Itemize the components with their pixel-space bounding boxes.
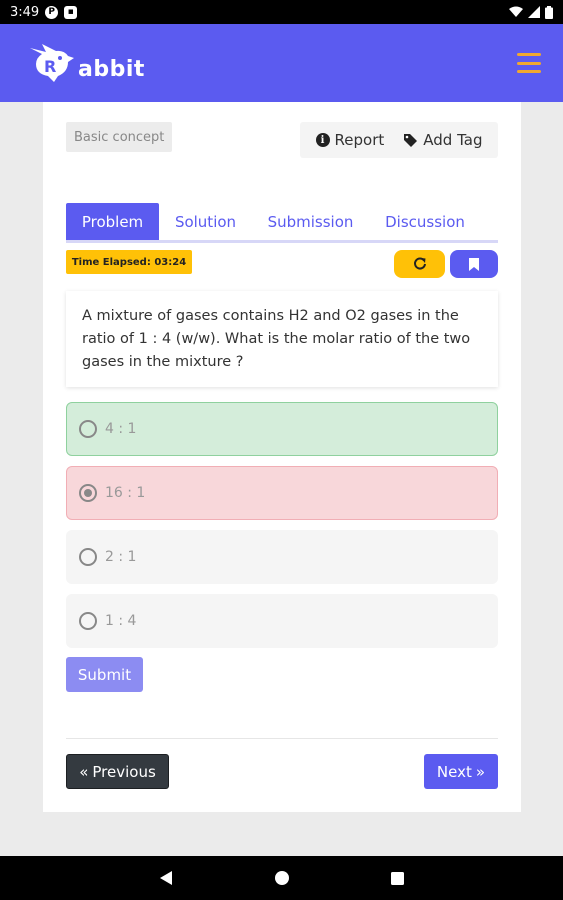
bookmark-button[interactable] [450, 250, 498, 278]
tab-submission[interactable]: Submission [252, 203, 369, 240]
problem-actions: i Report Add Tag [300, 122, 498, 158]
submit-button[interactable]: Submit [66, 657, 143, 692]
option-1[interactable]: 4 : 1 [66, 402, 498, 456]
double-chevron-left-icon: « [79, 762, 89, 781]
parking-notification-icon: P [45, 5, 59, 19]
tag-icon [404, 133, 418, 147]
option-label: 2 : 1 [105, 549, 137, 565]
home-nav-button[interactable] [270, 866, 294, 890]
status-bar-left: 3:49 P ▪ [10, 4, 78, 20]
app-header: R abbit [0, 24, 563, 102]
app-notification-icon: ▪ [64, 5, 78, 19]
radio-button-selected[interactable] [79, 484, 97, 502]
radio-button[interactable] [79, 612, 97, 630]
report-button[interactable]: i Report [315, 131, 385, 149]
bookmark-icon [469, 257, 479, 271]
refresh-button[interactable] [394, 250, 445, 278]
tab-solution[interactable]: Solution [159, 203, 252, 240]
refresh-icon [413, 257, 426, 270]
radio-button[interactable] [79, 420, 97, 438]
previous-label: Previous [92, 762, 156, 781]
wifi-icon [509, 6, 523, 17]
status-bar-right [509, 5, 553, 19]
add-tag-label: Add Tag [423, 131, 483, 149]
question-text: A mixture of gases contains H2 and O2 ga… [66, 291, 498, 387]
topic-tag[interactable]: Basic concept [66, 122, 173, 152]
time-elapsed-badge: Time Elapsed: 03:24 [66, 250, 192, 274]
option-label: 1 : 4 [105, 613, 137, 629]
system-nav-bar [0, 856, 563, 900]
signal-icon [528, 6, 540, 18]
report-label: Report [334, 131, 385, 149]
menu-icon[interactable] [517, 53, 541, 73]
double-chevron-right-icon: » [475, 762, 486, 781]
status-time: 3:49 [10, 4, 40, 20]
back-triangle-icon [159, 871, 172, 885]
home-circle-icon [274, 871, 289, 885]
recents-square-icon [391, 871, 404, 885]
status-bar: 3:49 P ▪ [0, 0, 563, 24]
info-icon: i [315, 133, 330, 147]
next-label: Next [436, 762, 472, 781]
problem-card: Basic concept i Report Add Tag Problem S… [43, 102, 521, 812]
option-label: 4 : 1 [105, 421, 137, 437]
rabbit-logo-icon: R [30, 44, 74, 82]
problem-tabs: Problem Solution Submission Discussion [66, 203, 498, 243]
previous-button[interactable]: « Previous [66, 754, 169, 789]
svg-text:R: R [44, 57, 56, 76]
tab-problem[interactable]: Problem [66, 203, 159, 240]
next-button[interactable]: Next » [424, 754, 498, 789]
divider [66, 738, 498, 739]
recents-nav-button[interactable] [386, 866, 410, 890]
app-logo[interactable]: R abbit [28, 42, 145, 84]
radio-button[interactable] [79, 548, 97, 566]
option-2[interactable]: 16 : 1 [66, 466, 498, 520]
add-tag-button[interactable]: Add Tag [403, 131, 482, 149]
option-3[interactable]: 2 : 1 [66, 530, 498, 584]
logo-text: abbit [78, 57, 145, 82]
tab-discussion[interactable]: Discussion [369, 203, 481, 240]
option-4[interactable]: 1 : 4 [66, 594, 498, 648]
back-nav-button[interactable] [154, 866, 178, 890]
option-label: 16 : 1 [105, 485, 146, 501]
battery-icon [545, 5, 553, 19]
